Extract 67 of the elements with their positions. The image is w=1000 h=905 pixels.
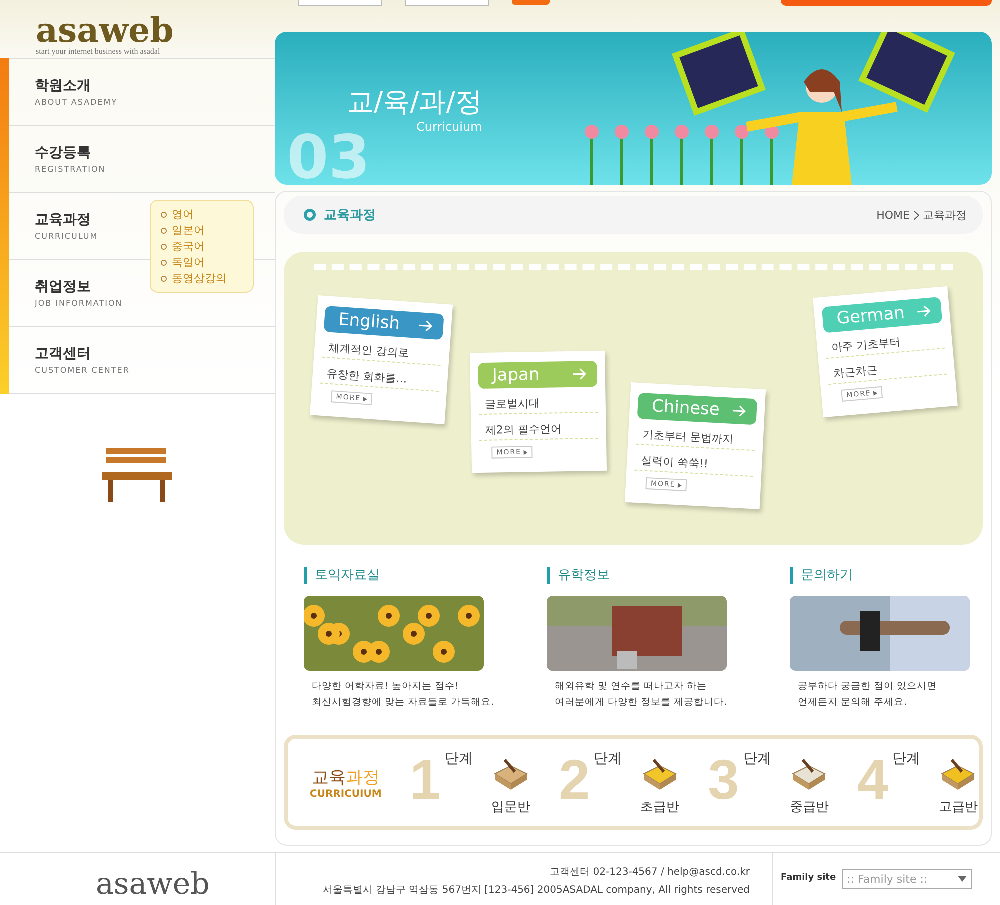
breadcrumb-link[interactable]: 교육과정 [923, 208, 967, 222]
section-heading[interactable]: 토익자료실 [304, 567, 497, 584]
triangle-icon [873, 390, 878, 396]
steps-title: 교육과정 [312, 766, 380, 788]
section-heading[interactable]: 유학정보 [547, 567, 740, 584]
login-button[interactable] [512, 0, 550, 5]
nav-subtitle: JOB INFORMATION [35, 299, 123, 308]
steps-subtitle: CURRICUIUM [310, 788, 382, 800]
section-heading[interactable]: 문의하기 [790, 567, 983, 584]
input-field[interactable] [405, 0, 489, 6]
note-text: 제2의 필수언어 [479, 418, 598, 442]
family-site-label: Family site [781, 873, 836, 883]
banner-title: 교/육/과/정 [347, 86, 482, 120]
nav-title: 취업정보 [35, 278, 91, 296]
contact-text: 고객센터 02-123-4567 / help@ascd.co.kr [550, 866, 750, 879]
nav-item[interactable]: 고객센터 CUSTOMER CENTER [9, 326, 275, 394]
step-label[interactable]: 중급반 [790, 798, 829, 816]
nav-subtitle: CURRICULUM [35, 232, 98, 241]
arrow-icon [732, 404, 748, 418]
breadcrumb-link[interactable]: HOME [876, 208, 910, 222]
section-text: 여러분에게 다양한 정보를 제공합니다. [554, 696, 728, 710]
step-label[interactable]: 입문반 [492, 798, 530, 816]
triangle-icon [678, 482, 682, 488]
note-text: 차근차근 [826, 354, 948, 386]
section-text: 언제든지 문의해 주세요. [797, 696, 908, 710]
step-unit: 단계 [743, 750, 772, 768]
banner-subtitle: Curricuium [416, 120, 482, 134]
note-text: 글로벌시대 [478, 392, 598, 416]
nav-title: 고객센터 [35, 345, 91, 363]
banner-number: 03 [287, 123, 370, 185]
tagline: start your internet business with asadal [36, 47, 162, 56]
arrow-icon [419, 320, 434, 333]
step-label[interactable]: 초급반 [640, 798, 680, 816]
step-number: 3 [708, 750, 740, 810]
step-unit: 단계 [892, 750, 920, 768]
step-number: 1 [410, 750, 441, 810]
step-unit: 단계 [445, 750, 473, 768]
step-number: 2 [559, 750, 590, 810]
logo: asaweb [36, 17, 175, 45]
triangle-icon [362, 396, 368, 402]
step-label[interactable]: 고급반 [938, 798, 978, 816]
caret-icon [958, 876, 968, 882]
section-text: 해외유학 및 연수를 떠나고자 하는 [554, 680, 708, 694]
language-button[interactable]: English [324, 306, 444, 340]
note-text: 체계적인 강의로 [322, 338, 442, 366]
nav-title: 교육과정 [35, 211, 91, 229]
footer-logo: asaweb [95, 866, 211, 904]
nav-title: 학원소개 [35, 77, 91, 95]
input-field[interactable] [298, 0, 382, 6]
address-text: 서울특별시 강남구 역삼동 567번지 [123-456] 2005ASADAL company, All rights reserved [322, 884, 750, 897]
nav-subtitle: ABOUT ASADEMY [35, 98, 118, 107]
step-number: 4 [857, 750, 888, 810]
arrow-icon [917, 304, 932, 318]
step-unit: 단계 [594, 750, 622, 768]
section-text: 다양한 어학자료! 높아지는 점수! [311, 680, 460, 694]
arrow-icon [573, 368, 588, 380]
chevron-icon [914, 210, 919, 220]
section-text: 공부하다 궁금한 점이 있으시면 [797, 680, 938, 694]
nav-subtitle: REGISTRATION [35, 165, 106, 174]
note-text: 실력이 쑥쑥!! [634, 450, 754, 478]
note-text: 기초부터 문법까지 [636, 424, 756, 452]
ring-icon [304, 209, 316, 221]
triangle-icon [524, 450, 528, 455]
nav-title: 수강등록 [35, 144, 91, 162]
section-text: 최신시험경향에 맞는 자료들로 가득해요. [311, 696, 496, 710]
page-title: 교육과정 [324, 207, 376, 224]
nav-subtitle: CUSTOMER CENTER [35, 366, 130, 375]
